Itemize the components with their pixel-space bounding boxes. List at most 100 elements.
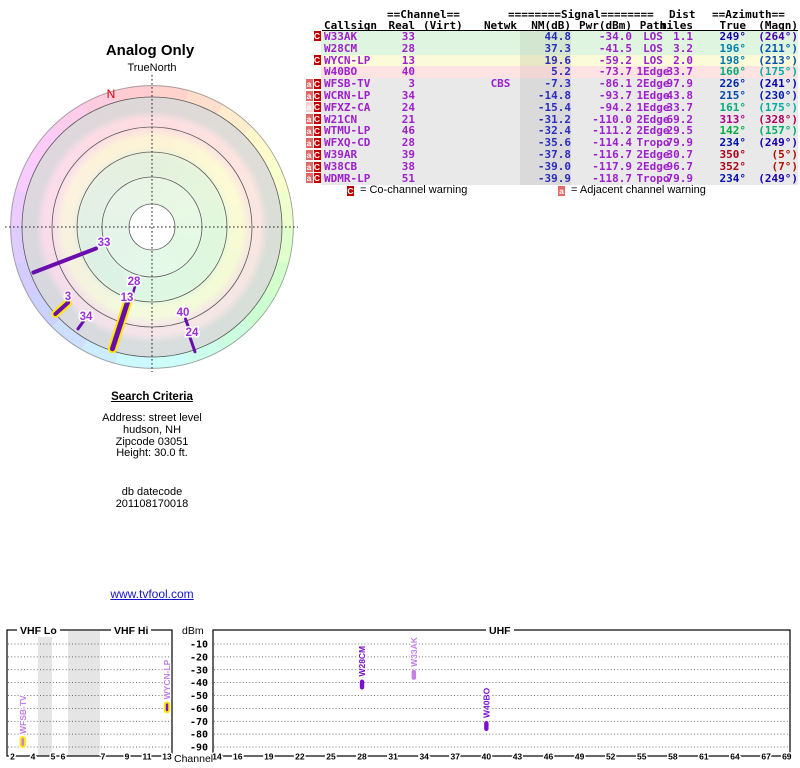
radar-spoke-label-ch28: 28: [128, 276, 141, 288]
azimuth-magnetic: (175°): [758, 100, 798, 114]
network: [478, 173, 523, 185]
station-marker-W40BO: [484, 721, 489, 732]
channel-tick-label: 49: [575, 752, 585, 762]
station-marker-label-WFSB-TV: WFSB-TV: [18, 695, 28, 734]
azimuth-true: 249°: [719, 29, 747, 43]
co-channel-warning-icon: C: [313, 90, 321, 101]
pwr-dbm: -41.5: [598, 41, 632, 55]
nm-db: -15.4: [520, 101, 571, 114]
network: [478, 90, 523, 102]
co-channel-warning-icon: C: [313, 173, 321, 184]
dbm-tick-label: -10: [190, 640, 208, 651]
nm-db: 44.8: [520, 31, 571, 43]
channel-real: 38: [401, 159, 415, 173]
radar-spoke-ch33: [31, 246, 98, 275]
channel-tick-label: 14: [212, 752, 222, 762]
station-marker-label-W28CM: W28CM: [357, 646, 367, 677]
dbm-axis-label: dBm: [182, 625, 204, 637]
tvfool-link[interactable]: www.tvfool.com: [110, 587, 193, 601]
adjacent-channel-warning-icon: a: [305, 114, 313, 125]
channel-tick-label: 52: [606, 752, 616, 762]
co-channel-warning-icon: C: [313, 149, 321, 160]
station-marker-WFSB-TV: [19, 735, 26, 748]
pwr-dbm: -94.2: [598, 100, 632, 114]
channel-tick-label: 5: [51, 752, 56, 762]
pwr-dbm: -117.9: [592, 159, 632, 173]
azimuth-true: 161°: [719, 100, 747, 114]
channel-tick-label: 7: [101, 752, 106, 762]
co-channel-badge: C: [347, 185, 354, 196]
channel-tick-label: 13: [162, 752, 172, 762]
adjacent-channel-warning-icon: a: [305, 149, 313, 160]
callsign: WFXZ-CA: [324, 100, 371, 114]
azimuth-true: 352°: [719, 159, 747, 173]
dbm-tick-label: -50: [190, 691, 208, 702]
azimuth-magnetic: (264°): [758, 29, 798, 43]
network: [478, 125, 523, 137]
co-channel-warning-icon: C: [313, 137, 321, 148]
channel-tick-label: 61: [699, 752, 709, 762]
co-channel-warning-icon: C: [313, 78, 321, 89]
adjacent-channel-warning-icon: a: [305, 102, 313, 113]
channel-tick-label: 31: [388, 752, 398, 762]
adjacent-channel-warning-icon: a: [305, 137, 313, 148]
callsign: W28CM: [324, 41, 358, 55]
legend-adjacent-channel: a = Adjacent channel warning: [558, 184, 706, 196]
network: [478, 114, 523, 126]
address-line: Height: 30.0 ft.: [116, 447, 188, 460]
channel-tick-label: 34: [419, 752, 429, 762]
dbm-tick-label: -30: [190, 665, 208, 676]
co-channel-warning-icon: C: [313, 31, 321, 42]
radar-plot: 33 28 13 3 34 40 24 N: [5, 75, 298, 372]
channel-tick-label: 67: [761, 752, 771, 762]
magnetic-north-marker: N: [107, 87, 116, 101]
network: CBS: [490, 77, 511, 91]
station-marker-W28CM: [359, 679, 365, 690]
pwr-dbm: -34.0: [598, 29, 632, 43]
channel-tick-label: 55: [637, 752, 647, 762]
adjacent-channel-warning-icon: a: [305, 78, 313, 89]
nm-db: 37.3: [520, 42, 571, 55]
tvfool-link-wrap: www.tvfool.com: [32, 587, 272, 601]
co-channel-warning-icon: C: [313, 55, 321, 66]
channel-tick-label: 2: [10, 752, 15, 762]
channel-tick-label: 43: [513, 752, 523, 762]
channel-tick-label: 4: [31, 752, 36, 762]
adjacent-channel-warning-icon: a: [305, 126, 313, 137]
db-datecode: db datecode 201108170018: [32, 486, 272, 511]
table-row-WFXZ-CA: a C WFXZ-CA 24 -15.4 -94.2 1Edge 33.7 161° (175°): [305, 100, 799, 114]
channel-real: 33: [401, 29, 415, 43]
radar-spoke-label-ch3: 3: [65, 291, 71, 303]
radar-spoke-label-ch24: 24: [186, 327, 199, 339]
co-channel-warning-icon: C: [313, 114, 321, 125]
signal-strength-chart: -10-20-30-40-50-60-70-80-902 4 5 6 7 9 11 13 14 1…: [6, 629, 793, 763]
vhf-hi-band-label: VHF Hi: [111, 624, 152, 637]
channel-tick-label: 11: [143, 752, 152, 762]
network: [478, 102, 523, 114]
adjacent-channel-warning-icon: a: [305, 161, 313, 172]
legend-adjacent-channel-text: = Adjacent channel warning: [571, 183, 706, 196]
channel-tick-label: 6: [61, 752, 66, 762]
search-criteria-heading: Search Criteria: [111, 391, 193, 403]
spectrum-gap-shading: [38, 631, 52, 756]
table-row-W38CB: a C W38CB 38 -39.0 -117.9 2Edge 96.7 352° (7°): [305, 161, 799, 173]
adjacent-channel-badge: a: [558, 185, 565, 196]
channel-tick-label: 58: [668, 752, 678, 762]
channel-tick-label: 19: [264, 752, 274, 762]
channel-tick-label: 64: [730, 752, 740, 762]
co-channel-warning-icon: C: [313, 161, 321, 172]
channel-tick-label: 22: [295, 752, 305, 762]
station-marker-label-W40BO: W40BO: [482, 687, 492, 718]
dbm-tick-label: -70: [190, 717, 208, 728]
distance-miles: 96.7: [666, 159, 694, 173]
network: [478, 43, 523, 55]
channel-tick-label: 69: [782, 752, 792, 762]
table-row-W33AK: C W33AK 33 44.8 -34.0 LOS 1.1 249° (264°): [305, 31, 799, 43]
radar-spoke-label-ch40: 40: [177, 307, 190, 319]
adjacent-channel-warning-icon: a: [305, 90, 313, 101]
co-channel-warning-icon: C: [313, 126, 321, 137]
db-datecode-value: 201108170018: [115, 497, 189, 510]
spectrum-gap-shading: [68, 631, 100, 756]
radar-spoke-ch24: [188, 336, 197, 354]
radar-spoke-ch13: [109, 296, 132, 352]
